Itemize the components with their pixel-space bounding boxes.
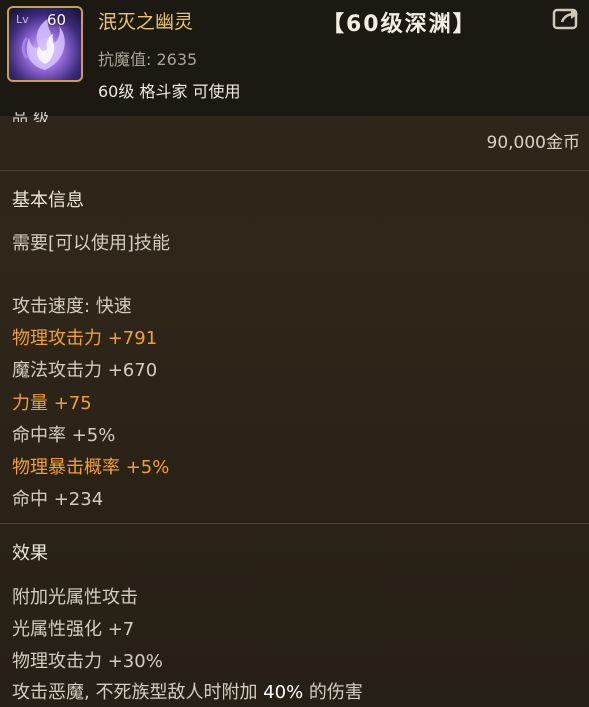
item-requirement: 60级 格斗家 可使用 (98, 82, 241, 101)
stat-line: 物理攻击力 +791 (12, 328, 158, 349)
stat-line: 力量 +75 (12, 393, 92, 414)
item-name: 泯灭之幽灵 (98, 11, 194, 33)
effect-text: 攻击恶魔, 不死族型敌人时附加 (12, 682, 264, 703)
effect-text: 的伤害 (303, 682, 363, 703)
effect-line: 物理攻击力 +30% (12, 651, 163, 672)
stat-line: 命中率 +5% (12, 425, 116, 446)
grade-tag: 【60级深渊】 (322, 12, 477, 37)
item-header (0, 0, 589, 116)
share-icon[interactable] (552, 6, 582, 30)
effect-line: 附加光属性攻击 (12, 587, 138, 608)
skill-requirement: 需要[可以使用]技能 (12, 233, 171, 254)
stat-line: 命中 +234 (12, 489, 104, 510)
icon-level-badge: 60 (47, 11, 67, 29)
effects-title: 效果 (12, 543, 48, 564)
divider (0, 523, 589, 524)
effect-line: 光属性强化 +7 (12, 619, 135, 640)
stat-line: 魔法攻击力 +670 (12, 360, 158, 381)
effect-value: 40% (263, 682, 304, 703)
stat-line: 物理暴击概率 +5% (12, 457, 170, 478)
item-magic-resist: 抗魔值: 2635 (98, 50, 198, 69)
level-mark-icon: Lv (16, 13, 29, 26)
divider (0, 170, 589, 171)
item-tooltip-panel: Lv 60 泯灭之幽灵 抗魔值: 2635 60级 格斗家 可使用 【60级深渊… (0, 0, 589, 707)
basic-info-title: 基本信息 (12, 190, 84, 211)
attack-speed: 攻击速度: 快速 (12, 296, 132, 317)
item-price: 90,000金币 (486, 133, 580, 153)
effect-line-damage: 攻击恶魔, 不死族型敌人时附加 40% 的伤害 (12, 682, 363, 704)
cut-off-row: 品 级 (12, 112, 50, 122)
ghost-flame-icon: Lv 60 (7, 6, 83, 82)
